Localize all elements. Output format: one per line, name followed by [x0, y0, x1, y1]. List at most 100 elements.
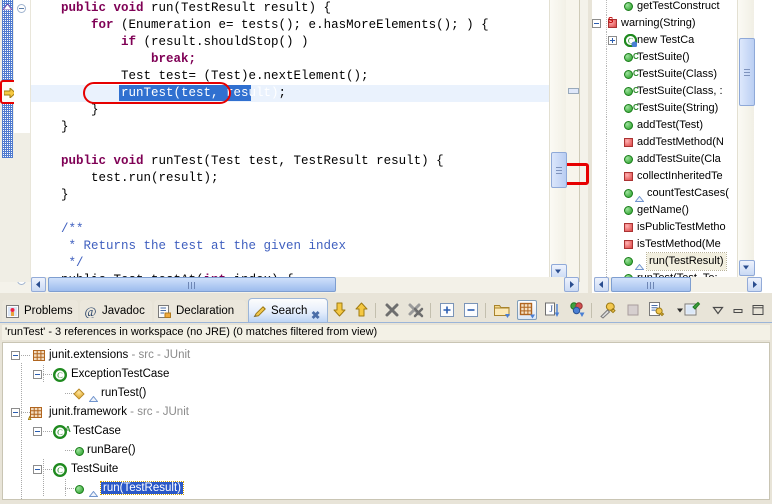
tree-guide-line: [65, 488, 74, 489]
outline-vertical-scroll-thumb[interactable]: [739, 38, 755, 106]
code-token: for: [91, 18, 122, 32]
remove-selected-matches-icon[interactable]: [382, 300, 402, 320]
outline-item[interactable]: collectInheritedTe: [592, 168, 754, 185]
tab-problems[interactable]: Problems: [2, 300, 78, 323]
search-view-toolbar[interactable]: J: [330, 298, 770, 321]
search-result-row[interactable]: C TestSuite: [3, 461, 763, 478]
tab-javadoc[interactable]: @ Javadoc: [80, 300, 152, 323]
view-menu-icon[interactable]: [708, 300, 728, 320]
outline-item[interactable]: C TestSuite(String): [592, 100, 754, 117]
search-result-label: ExceptionTestCase: [71, 368, 170, 380]
tree-guide-line: [606, 0, 607, 15]
outline-item[interactable]: C TestSuite(Class, :: [592, 83, 754, 100]
tree-collapse-icon[interactable]: [11, 408, 20, 417]
editor-vertical-scroll-thumb[interactable]: [551, 152, 567, 188]
scroll-thumb-grip: [188, 282, 196, 289]
remove-all-matches-icon[interactable]: [406, 300, 426, 320]
search-result-row[interactable]: C A TestCase: [3, 423, 763, 440]
tree-expand-icon[interactable]: [608, 36, 617, 45]
expand-all-icon[interactable]: [437, 300, 457, 320]
tree-guide-line: [606, 168, 607, 185]
code-line: runTest(test, result);: [31, 85, 286, 102]
search-result-row[interactable]: runTest(): [3, 385, 763, 402]
outline-item[interactable]: countTestCases(: [592, 185, 754, 202]
outline-item[interactable]: addTest(Test): [592, 117, 754, 134]
editor-vertical-scrollbar[interactable]: [549, 0, 567, 282]
editor-scroll-left-button[interactable]: [31, 277, 46, 292]
search-again-icon[interactable]: [598, 300, 618, 320]
outline-item[interactable]: getTestConstruct: [592, 0, 754, 15]
fold-collapse-icon[interactable]: [17, 4, 26, 13]
show-next-match-icon[interactable]: [330, 300, 350, 320]
tree-collapse-icon[interactable]: [11, 351, 20, 360]
tree-guide-line: [606, 202, 607, 219]
editor-horizontal-scrollbar[interactable]: [31, 277, 579, 292]
outline-item[interactable]: Cnew TestCa: [592, 32, 754, 49]
red-square-icon: [624, 240, 633, 249]
outline-item-label: isTestMethod(Me: [637, 238, 721, 250]
scroll-thumb-grip: [556, 166, 562, 174]
scroll-thumb-grip: [647, 282, 655, 289]
java-editor[interactable]: public void run(TestResult result) { for…: [0, 0, 589, 293]
tree-guide-line: [43, 374, 52, 375]
outline-item[interactable]: isTestMethod(Me: [592, 236, 754, 253]
tree-guide-line: [43, 431, 52, 432]
outline-view[interactable]: getTestConstruct Swarning(String) Cnew Tes…: [592, 0, 772, 293]
collapse-all-icon[interactable]: [461, 300, 481, 320]
outline-item[interactable]: C TestSuite(): [592, 49, 754, 66]
tree-collapse-icon[interactable]: [33, 370, 42, 379]
tree-collapse-icon[interactable]: [33, 427, 42, 436]
toolbar-separator: [485, 303, 486, 318]
tree-guide-line: [43, 365, 44, 383]
overview-ruler-mark: [568, 88, 579, 94]
search-result-row[interactable]: runBare(): [3, 442, 763, 459]
outline-item[interactable]: getName(): [592, 202, 754, 219]
annotation-ruler[interactable]: [0, 0, 18, 282]
search-result-row[interactable]: junit.extensions - src - JUnit: [3, 347, 763, 364]
search-result-row[interactable]: C ExceptionTestCase: [3, 366, 763, 383]
search-results-tree[interactable]: junit.extensions - src - JUnit C Exception…: [2, 342, 770, 500]
outline-item[interactable]: Swarning(String): [592, 15, 754, 32]
tree-collapse-icon[interactable]: [33, 465, 42, 474]
editor-horizontal-scroll-thumb[interactable]: [48, 277, 336, 292]
tree-guide-line: [43, 459, 44, 497]
search-result-label: junit.framework - src - JUnit: [49, 406, 189, 418]
outline-item[interactable]: addTestMethod(N: [592, 134, 754, 151]
green-dot-icon: [624, 121, 633, 130]
sort-by-name-icon[interactable]: J: [542, 300, 562, 320]
outline-item[interactable]: C TestSuite(Class): [592, 66, 754, 83]
minimize-view-icon[interactable]: [728, 300, 748, 320]
outline-item-label: TestSuite(String): [637, 102, 719, 114]
outline-tree[interactable]: getTestConstruct Swarning(String) Cnew Tes…: [592, 0, 754, 278]
outline-scroll-left-button[interactable]: [594, 277, 609, 292]
outline-scroll-down-button[interactable]: [739, 260, 755, 276]
tab-search[interactable]: Search ✖: [248, 298, 328, 323]
pin-search-view-icon[interactable]: [682, 300, 702, 320]
outline-item[interactable]: run(TestResult): [592, 252, 754, 271]
search-result-row[interactable]: junit.framework - src - JUnit: [3, 404, 763, 421]
editor-scroll-right-button[interactable]: [564, 277, 579, 292]
show-previous-match-icon[interactable]: [352, 300, 372, 320]
scroll-thumb-grip: [744, 68, 750, 76]
outline-vertical-scrollbar[interactable]: [737, 0, 755, 278]
group-by-package-icon[interactable]: [517, 300, 537, 320]
outline-item[interactable]: isPublicTestMetho: [592, 219, 754, 236]
run-current-search-icon[interactable]: [492, 300, 512, 320]
code-token: public void: [61, 1, 152, 15]
code-token: Test test= (Test)e.nextElement();: [31, 69, 369, 83]
overview-ruler[interactable]: [565, 0, 580, 282]
tree-collapse-icon[interactable]: [592, 19, 601, 28]
outline-item[interactable]: addTestSuite(Cla: [592, 151, 754, 168]
tab-declaration[interactable]: Declaration: [154, 300, 246, 323]
outline-horizontal-scrollbar[interactable]: [594, 277, 762, 292]
outline-horizontal-scroll-thumb[interactable]: [611, 277, 691, 292]
cancel-search-icon[interactable]: [623, 300, 643, 320]
search-result-row[interactable]: run(TestResult): [3, 480, 763, 497]
maximize-view-icon[interactable]: [748, 300, 768, 320]
code-line: public void runTest(Test test, TestResul…: [31, 153, 444, 170]
code-text-area[interactable]: public void run(TestResult result) { for…: [31, 0, 551, 282]
previous-searches-icon[interactable]: [646, 300, 666, 320]
outline-scroll-right-button[interactable]: [747, 277, 762, 292]
filters-icon[interactable]: [567, 300, 587, 320]
